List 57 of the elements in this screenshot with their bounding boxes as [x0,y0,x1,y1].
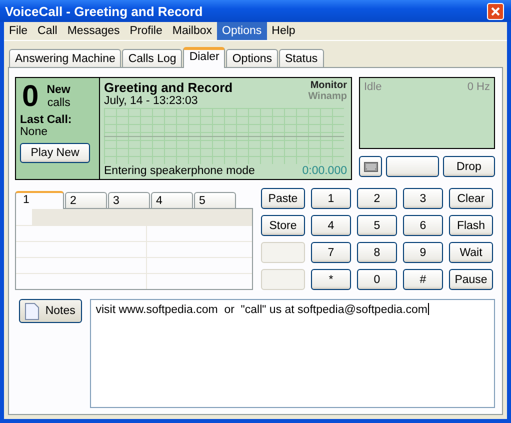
keypad-button[interactable]: Clear [449,188,493,209]
line-state: Idle [364,81,382,93]
timer: 0:00.000 [302,165,347,177]
keypad-button[interactable]: 6 [403,215,443,236]
window-title: VoiceCall - Greeting and Record [5,4,203,18]
keypad-button[interactable]: 2 [357,188,397,209]
keypad-button[interactable]: 9 [403,242,443,263]
display-title: Greeting and Record [104,80,233,95]
play-new-button[interactable]: Play New [20,143,90,163]
keypad-button[interactable]: 4 [311,215,351,236]
menu-item[interactable]: Profile [124,22,168,40]
keypad-button[interactable]: Pause [449,269,493,290]
frequency-reading: 0 Hz [467,81,490,93]
display-date: July, 14 - 13:23:03 [104,95,199,107]
keypad-button[interactable]: 7 [311,242,351,263]
tab[interactable]: Answering Machine [9,49,122,67]
memory-tab[interactable]: 2 [65,192,107,208]
keypad-button[interactable]: Wait [449,242,493,263]
call-count: 0 [22,82,39,112]
menu-item[interactable]: File [4,22,33,40]
blank-button[interactable] [386,156,439,177]
keypad-button[interactable]: * [311,269,351,290]
drop-button[interactable]: Drop [443,156,495,177]
last-call-label: Last Call: [20,114,73,126]
memory-tab[interactable]: 4 [151,192,193,208]
tab[interactable]: Calls Log [122,49,182,67]
keypad-button[interactable]: 3 [403,188,443,209]
keypad-button[interactable]: 8 [357,242,397,263]
menu-item[interactable]: Help [266,22,300,40]
menu-item[interactable]: Options [217,22,267,40]
keypad-button[interactable]: 1 [311,188,351,209]
tab[interactable]: Status [279,49,324,67]
menu-item[interactable]: Mailbox [167,22,218,40]
keypad-button[interactable]: Store [261,215,305,236]
source-label[interactable]: Monitor [310,80,347,91]
keyboard-button[interactable] [359,156,382,177]
calls-label: calls [47,97,70,110]
keypad-button[interactable]: Flash [449,215,493,236]
keypad-button[interactable]: # [403,269,443,290]
last-call-value: None [20,126,48,138]
tab[interactable]: Dialer [183,47,226,68]
document-icon [25,302,40,320]
notes-field[interactable]: visit www.softpedia.com or "call" us at softpedia@softpedia.com [90,299,495,408]
keypad-button[interactable]: Paste [261,188,305,209]
memory-tab[interactable]: 3 [108,192,150,208]
new-label: New [46,84,70,97]
memory-tab[interactable]: 1 [15,191,64,209]
menu-item[interactable]: Call [32,22,62,40]
status-text: Entering speakerphone mode [104,165,255,177]
keyboard-icon [364,162,378,172]
notes-button[interactable]: Notes [19,299,82,323]
tab[interactable]: Options [226,49,278,67]
close-icon[interactable] [487,2,504,20]
keypad-button[interactable]: 0 [357,269,397,290]
menu-item[interactable]: Messages [62,22,125,40]
memory-tab[interactable]: 5 [194,192,236,208]
keypad-button[interactable]: 5 [357,215,397,236]
